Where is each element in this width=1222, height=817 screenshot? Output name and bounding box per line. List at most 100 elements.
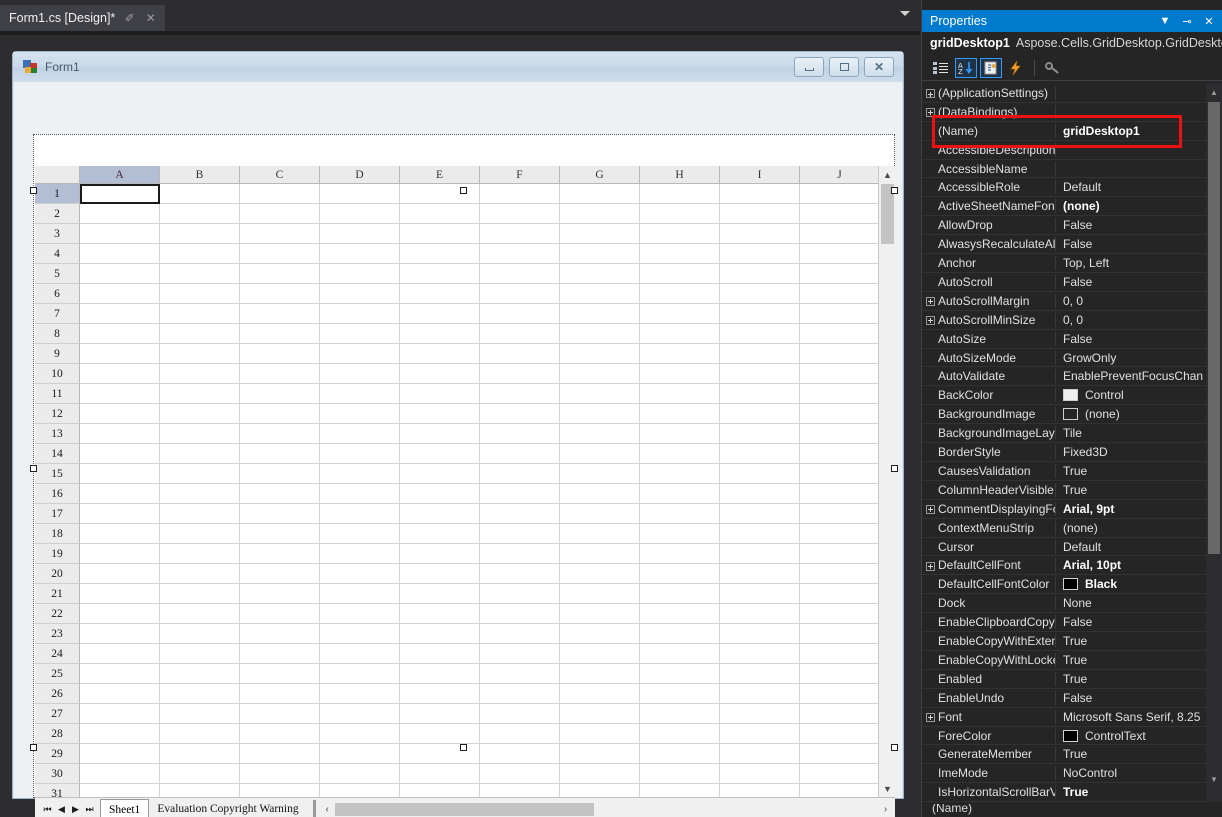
cell-G11[interactable] bbox=[560, 384, 640, 404]
cell-I22[interactable] bbox=[720, 604, 800, 624]
cell-B15[interactable] bbox=[160, 464, 240, 484]
property-row[interactable]: AllowDrop False bbox=[922, 216, 1207, 236]
cell-B14[interactable] bbox=[160, 444, 240, 464]
cell-G2[interactable] bbox=[560, 204, 640, 224]
property-value[interactable]: False bbox=[1056, 218, 1207, 232]
cell-B8[interactable] bbox=[160, 324, 240, 344]
row-header-15[interactable]: 15 bbox=[35, 464, 80, 484]
cell-D15[interactable] bbox=[320, 464, 400, 484]
cell-A27[interactable] bbox=[80, 704, 160, 724]
property-row[interactable]: EnableClipboardCopyP False bbox=[922, 613, 1207, 633]
cell-D27[interactable] bbox=[320, 704, 400, 724]
row-header-28[interactable]: 28 bbox=[35, 724, 80, 744]
alphabetical-sort-icon[interactable]: A Z bbox=[955, 57, 977, 78]
cell-I31[interactable] bbox=[720, 784, 800, 797]
cell-G5[interactable] bbox=[560, 264, 640, 284]
cell-A23[interactable] bbox=[80, 624, 160, 644]
cell-H4[interactable] bbox=[640, 244, 720, 264]
categorized-view-icon[interactable] bbox=[930, 58, 952, 78]
cell-H23[interactable] bbox=[640, 624, 720, 644]
cell-C18[interactable] bbox=[240, 524, 320, 544]
cell-I3[interactable] bbox=[720, 224, 800, 244]
property-value[interactable]: False bbox=[1056, 237, 1207, 251]
cell-J13[interactable] bbox=[800, 424, 880, 444]
property-row[interactable]: GenerateMember True bbox=[922, 746, 1207, 765]
cell-F11[interactable] bbox=[480, 384, 560, 404]
cell-B22[interactable] bbox=[160, 604, 240, 624]
column-header-g[interactable]: G bbox=[560, 166, 640, 184]
cell-E12[interactable] bbox=[400, 404, 480, 424]
cell-C25[interactable] bbox=[240, 664, 320, 684]
cell-E9[interactable] bbox=[400, 344, 480, 364]
cell-J10[interactable] bbox=[800, 364, 880, 384]
cell-D14[interactable] bbox=[320, 444, 400, 464]
property-value[interactable]: (none) bbox=[1056, 407, 1207, 421]
cell-A18[interactable] bbox=[80, 524, 160, 544]
cell-E4[interactable] bbox=[400, 244, 480, 264]
cell-B12[interactable] bbox=[160, 404, 240, 424]
cell-G31[interactable] bbox=[560, 784, 640, 797]
cell-F29[interactable] bbox=[480, 744, 560, 764]
prev-sheet-icon[interactable]: ◀ bbox=[55, 804, 68, 815]
cell-A12[interactable] bbox=[80, 404, 160, 424]
properties-page-icon[interactable] bbox=[980, 57, 1002, 78]
cell-J25[interactable] bbox=[800, 664, 880, 684]
cell-I13[interactable] bbox=[720, 424, 800, 444]
cell-I9[interactable] bbox=[720, 344, 800, 364]
cell-G6[interactable] bbox=[560, 284, 640, 304]
column-header-d[interactable]: D bbox=[320, 166, 400, 184]
cell-F28[interactable] bbox=[480, 724, 560, 744]
cell-A25[interactable] bbox=[80, 664, 160, 684]
expand-plus-icon[interactable] bbox=[922, 107, 938, 117]
cell-E24[interactable] bbox=[400, 644, 480, 664]
column-header-f[interactable]: F bbox=[480, 166, 560, 184]
property-row[interactable]: DefaultCellFontColor Black bbox=[922, 575, 1207, 595]
property-value[interactable]: Default bbox=[1056, 540, 1207, 554]
cell-G3[interactable] bbox=[560, 224, 640, 244]
cell-J14[interactable] bbox=[800, 444, 880, 464]
cell-A13[interactable] bbox=[80, 424, 160, 444]
cell-C4[interactable] bbox=[240, 244, 320, 264]
cell-A5[interactable] bbox=[80, 264, 160, 284]
column-header-a[interactable]: A bbox=[80, 166, 160, 184]
cell-G10[interactable] bbox=[560, 364, 640, 384]
cell-E1[interactable] bbox=[400, 184, 480, 204]
horizontal-scroll-thumb[interactable] bbox=[334, 802, 594, 816]
cell-G9[interactable] bbox=[560, 344, 640, 364]
cell-B25[interactable] bbox=[160, 664, 240, 684]
cell-A30[interactable] bbox=[80, 764, 160, 784]
cell-F3[interactable] bbox=[480, 224, 560, 244]
sheet-tab-sheet1[interactable]: Sheet1 bbox=[100, 798, 150, 817]
property-row[interactable]: Dock None bbox=[922, 594, 1207, 614]
column-header-c[interactable]: C bbox=[240, 166, 320, 184]
cell-B2[interactable] bbox=[160, 204, 240, 224]
property-row[interactable]: ActiveSheetNameFont (none) bbox=[922, 197, 1207, 217]
cell-F5[interactable] bbox=[480, 264, 560, 284]
cell-A21[interactable] bbox=[80, 584, 160, 604]
cell-I10[interactable] bbox=[720, 364, 800, 384]
cell-J28[interactable] bbox=[800, 724, 880, 744]
maximize-button[interactable] bbox=[829, 57, 859, 77]
cell-D31[interactable] bbox=[320, 784, 400, 797]
cell-J27[interactable] bbox=[800, 704, 880, 724]
cell-A4[interactable] bbox=[80, 244, 160, 264]
cell-C15[interactable] bbox=[240, 464, 320, 484]
cell-I7[interactable] bbox=[720, 304, 800, 324]
cell-J8[interactable] bbox=[800, 324, 880, 344]
property-value[interactable]: NoControl bbox=[1056, 766, 1207, 780]
cell-C31[interactable] bbox=[240, 784, 320, 797]
cell-F2[interactable] bbox=[480, 204, 560, 224]
cell-E17[interactable] bbox=[400, 504, 480, 524]
cell-G19[interactable] bbox=[560, 544, 640, 564]
cell-B20[interactable] bbox=[160, 564, 240, 584]
cell-B23[interactable] bbox=[160, 624, 240, 644]
cell-I6[interactable] bbox=[720, 284, 800, 304]
cell-C30[interactable] bbox=[240, 764, 320, 784]
column-header-b[interactable]: B bbox=[160, 166, 240, 184]
horizontal-scroll-track[interactable] bbox=[334, 802, 878, 817]
cell-E2[interactable] bbox=[400, 204, 480, 224]
cell-H17[interactable] bbox=[640, 504, 720, 524]
expand-plus-icon[interactable] bbox=[922, 712, 938, 722]
cell-H30[interactable] bbox=[640, 764, 720, 784]
cell-I1[interactable] bbox=[720, 184, 800, 204]
